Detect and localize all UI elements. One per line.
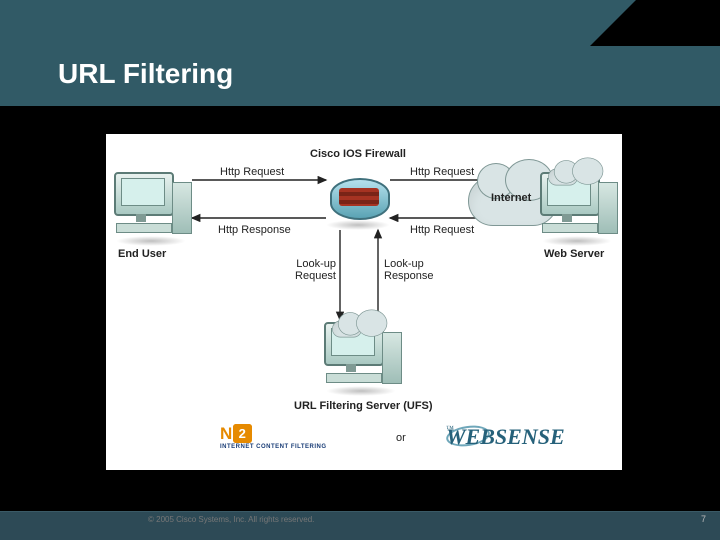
computer-icon (114, 172, 192, 242)
firewall-brick-icon (339, 188, 379, 206)
websense-text: WEBSENSE (446, 424, 565, 450)
flow-label: Http Request (410, 224, 474, 236)
stand-icon (562, 214, 572, 222)
flow-label: Http Request (220, 166, 284, 178)
tower-icon (382, 332, 402, 384)
tower-icon (172, 182, 192, 234)
n2h2-tagline: INTERNET CONTENT FILTERING (220, 444, 327, 450)
keyboard-icon (542, 223, 598, 233)
page-number: 7 (701, 514, 706, 524)
slide: URL Filtering Cisco I (0, 0, 720, 540)
n2h2-logo: N2H2 (220, 424, 233, 444)
flow-label: Http Response (218, 224, 291, 236)
screen-icon (121, 178, 165, 206)
flow-label: Look-up Response (384, 258, 434, 282)
title-bar (0, 0, 590, 46)
shadow-icon (326, 220, 390, 230)
or-label: or (396, 432, 406, 444)
web-server-label: Web Server (544, 248, 604, 260)
cloud-icon (332, 321, 362, 338)
shadow-icon (542, 236, 612, 246)
firewall-icon (330, 178, 390, 220)
stand-icon (136, 214, 146, 222)
keyboard-icon (116, 223, 172, 233)
slide-title: URL Filtering (58, 58, 233, 90)
flow-label: Look-up Request (288, 258, 336, 282)
shadow-icon (116, 236, 186, 246)
internet-label: Internet (491, 192, 531, 204)
title-bar-notch (590, 0, 636, 46)
end-user-label: End User (118, 248, 166, 260)
websense-tm: ™ (446, 424, 454, 433)
cloud-icon (548, 169, 578, 186)
diagram: Cisco IOS Firewall Internet End User Web… (106, 134, 622, 470)
tower-icon (598, 182, 618, 234)
copyright: © 2005 Cisco Systems, Inc. All rights re… (148, 515, 314, 524)
firewall-label: Cisco IOS Firewall (310, 148, 406, 160)
flow-label: Http Request (410, 166, 474, 178)
stand-icon (346, 364, 356, 372)
shadow-icon (326, 386, 396, 396)
keyboard-icon (326, 373, 382, 383)
ufs-label: URL Filtering Server (UFS) (294, 400, 433, 412)
footer-band (0, 512, 720, 540)
